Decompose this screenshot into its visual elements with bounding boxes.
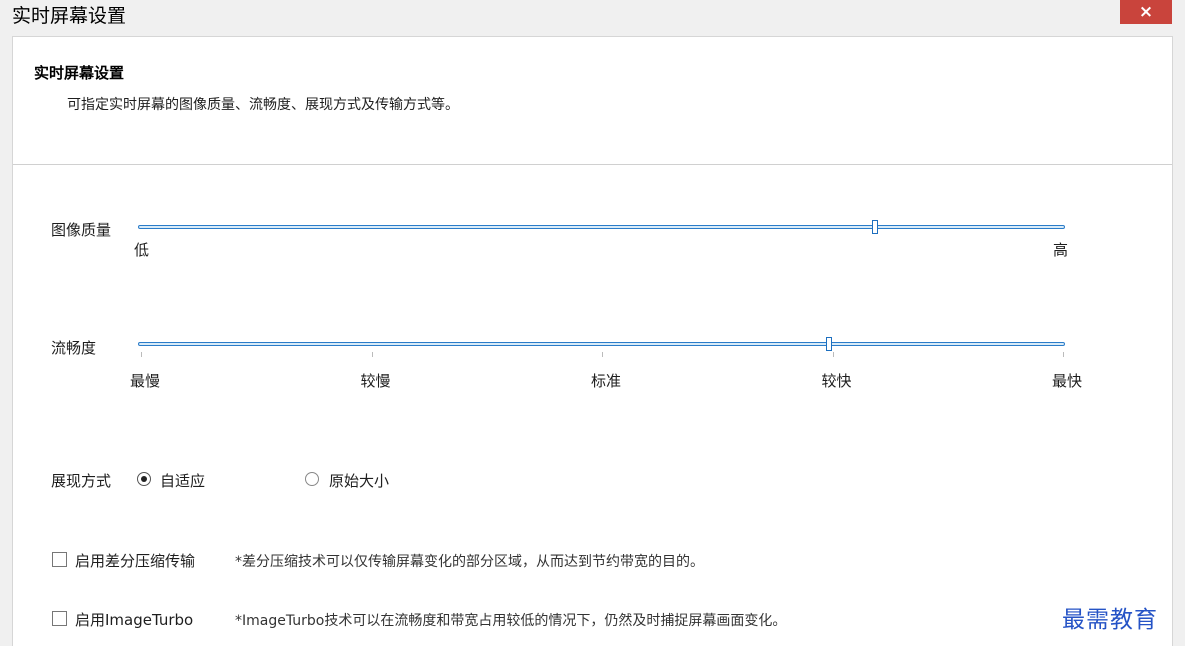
- fluency-tick-label: 较快: [821, 372, 852, 390]
- diff-compress-checkbox[interactable]: [52, 552, 67, 567]
- radio-adaptive-label[interactable]: 自适应: [160, 470, 205, 491]
- fluency-slider-thumb[interactable]: [825, 337, 832, 351]
- image-quality-min-label: 低: [134, 241, 150, 259]
- image-quality-slider[interactable]: [138, 225, 1065, 229]
- image-turbo-note: *ImageTurbo技术可以在流畅度和带宽占用较低的情况下，仍然及时捕捉屏幕画…: [235, 613, 787, 629]
- image-turbo-label[interactable]: 启用ImageTurbo: [75, 609, 193, 630]
- display-mode-label: 展现方式: [51, 472, 112, 490]
- title-bar: 实时屏幕设置 ×: [0, 0, 1185, 28]
- fluency-tick: [602, 352, 603, 357]
- fluency-tick: [1063, 352, 1064, 357]
- watermark-text: 最需教育: [1062, 607, 1158, 633]
- diff-compress-note: *差分压缩技术可以仅传输屏幕变化的部分区域，从而达到节约带宽的目的。: [235, 554, 704, 570]
- image-quality-max-label: 高: [1053, 241, 1069, 259]
- fluency-tick-label: 最快: [1052, 372, 1083, 390]
- diff-compress-label[interactable]: 启用差分压缩传输: [75, 550, 195, 571]
- image-quality-slider-thumb[interactable]: [871, 220, 878, 234]
- fluency-tick: [141, 352, 142, 357]
- header-area: 实时屏幕设置 可指定实时屏幕的图像质量、流畅度、展现方式及传输方式等。: [13, 37, 1172, 165]
- fluency-tick-label: 标准: [591, 372, 622, 390]
- window-title: 实时屏幕设置: [12, 5, 127, 27]
- fluency-slider[interactable]: [138, 342, 1065, 346]
- fluency-tick-label: 较慢: [360, 372, 391, 390]
- image-turbo-checkbox[interactable]: [52, 611, 67, 626]
- section-description: 可指定实时屏幕的图像质量、流畅度、展现方式及传输方式等。: [67, 97, 459, 113]
- close-button[interactable]: ×: [1120, 0, 1172, 24]
- fluency-label: 流畅度: [51, 339, 97, 357]
- radio-original-size-label[interactable]: 原始大小: [329, 470, 389, 491]
- image-quality-label: 图像质量: [51, 221, 112, 239]
- fluency-tick: [371, 352, 373, 357]
- radio-original-size[interactable]: [305, 472, 319, 486]
- section-title: 实时屏幕设置: [34, 64, 125, 82]
- close-icon: ×: [1138, 2, 1154, 22]
- fluency-tick-label: 最慢: [130, 372, 161, 390]
- fluency-tick: [832, 352, 834, 357]
- radio-adaptive[interactable]: [137, 472, 151, 486]
